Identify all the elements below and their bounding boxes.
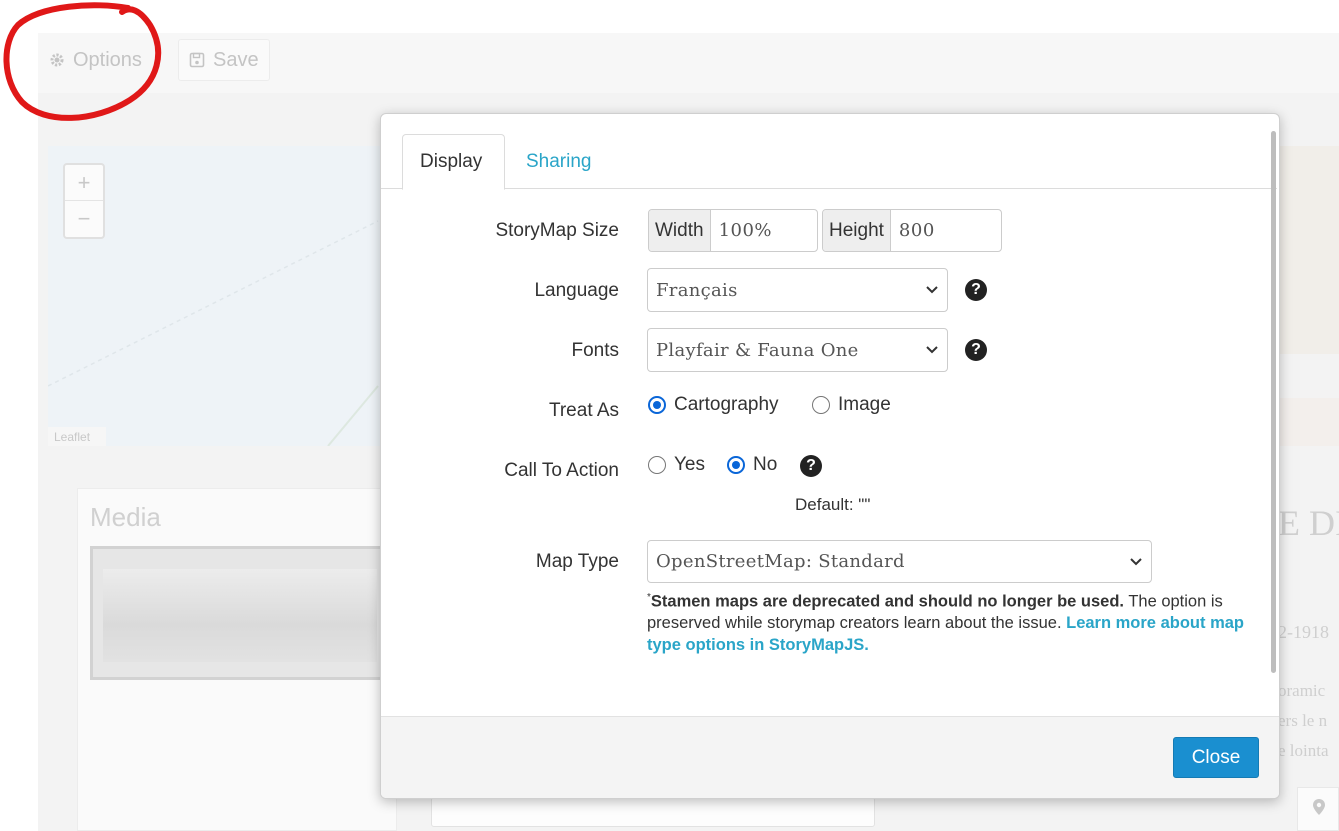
- right-map-strip: [1278, 398, 1339, 446]
- radio-checked-icon: [648, 396, 666, 414]
- close-button[interactable]: Close: [1173, 737, 1259, 778]
- call-to-action-no-radio[interactable]: No: [727, 454, 777, 476]
- map-zoom-control: + −: [63, 163, 105, 239]
- save-label: Save: [213, 48, 259, 71]
- media-image: [90, 546, 390, 680]
- options-modal: Display Sharing StoryMap Size Width 100%…: [380, 113, 1280, 799]
- options-button[interactable]: Options: [38, 39, 153, 81]
- map-route-line: [47, 220, 379, 447]
- call-to-action-yes-radio[interactable]: Yes: [648, 454, 705, 476]
- height-input[interactable]: 800: [891, 210, 943, 251]
- options-label: Options: [73, 48, 142, 71]
- floppy-disk-icon: [189, 52, 205, 68]
- no-label: No: [753, 454, 778, 475]
- map-type-selected: OpenStreetMap: Standard: [656, 551, 905, 572]
- image-label: Image: [838, 394, 891, 415]
- save-button[interactable]: Save: [178, 39, 270, 81]
- editor-toolbar: Options Save: [38, 33, 1339, 93]
- width-input-group: Width 100%: [648, 209, 818, 252]
- treat-as-image-radio[interactable]: Image: [812, 394, 891, 416]
- chevron-down-icon: [926, 286, 938, 294]
- map-type-label: Map Type: [535, 551, 619, 572]
- radio-unchecked-icon: [812, 396, 830, 414]
- yes-label: Yes: [674, 454, 705, 475]
- map-marker-icon: [1313, 799, 1325, 815]
- slide-text-line-2: ers le n: [1278, 711, 1328, 730]
- language-help-icon[interactable]: ?: [965, 279, 987, 301]
- app-stage: { "toolbar": { "options_label": "Options…: [0, 0, 1339, 831]
- right-map-preview: [1278, 146, 1339, 354]
- modal-footer: Close: [381, 716, 1279, 798]
- description-textarea[interactable]: [431, 797, 875, 827]
- storymap-size-label: StoryMap Size: [495, 220, 619, 241]
- fonts-selected: Playfair & Fauna One: [656, 339, 859, 361]
- treat-as-label: Treat As: [548, 400, 619, 421]
- zoom-out-button[interactable]: −: [65, 201, 103, 237]
- fonts-help-icon[interactable]: ?: [965, 339, 987, 361]
- note-bold: Stamen maps are deprecated and should no…: [650, 592, 1125, 611]
- height-input-group: Height 800: [822, 209, 1002, 252]
- fonts-label: Fonts: [571, 340, 619, 361]
- tab-display[interactable]: Display: [402, 134, 505, 190]
- slide-heading-fragment: E DI: [1278, 503, 1339, 543]
- modal-scrollbar[interactable]: [1271, 131, 1276, 673]
- chevron-down-icon: [926, 346, 938, 354]
- slide-text-line-3: e lointa: [1278, 741, 1329, 760]
- fonts-select[interactable]: Playfair & Fauna One: [647, 328, 948, 372]
- cartography-label: Cartography: [674, 394, 779, 415]
- map-type-select[interactable]: OpenStreetMap: Standard: [647, 540, 1152, 583]
- media-title: Media: [90, 502, 161, 532]
- location-pin-button[interactable]: [1297, 787, 1339, 831]
- language-selected: Français: [656, 279, 738, 301]
- radio-checked-icon: [727, 456, 745, 474]
- radio-unchecked-icon: [648, 456, 666, 474]
- map-preview[interactable]: [47, 146, 428, 447]
- language-select[interactable]: Français: [647, 268, 948, 312]
- width-addon: Width: [649, 210, 711, 251]
- chevron-down-icon: [1130, 558, 1142, 566]
- zoom-in-button[interactable]: +: [65, 165, 103, 201]
- call-to-action-default: Default: "": [795, 495, 871, 514]
- tab-sharing[interactable]: Sharing: [509, 134, 609, 189]
- width-input[interactable]: 100%: [711, 210, 780, 251]
- treat-as-cartography-radio[interactable]: Cartography: [648, 394, 779, 416]
- height-addon: Height: [823, 210, 891, 251]
- gear-icon: [50, 53, 64, 67]
- language-label: Language: [534, 280, 619, 301]
- slide-date-fragment: 2-1918: [1278, 622, 1329, 642]
- slide-text-line-1: oramic: [1278, 681, 1326, 700]
- leaflet-attribution[interactable]: Leaflet: [48, 427, 106, 446]
- modal-tabs: Display Sharing: [381, 134, 1277, 190]
- call-to-action-help-icon[interactable]: ?: [800, 455, 822, 477]
- map-type-note: *Stamen maps are deprecated and should n…: [647, 587, 1267, 656]
- call-to-action-label: Call To Action: [504, 460, 619, 481]
